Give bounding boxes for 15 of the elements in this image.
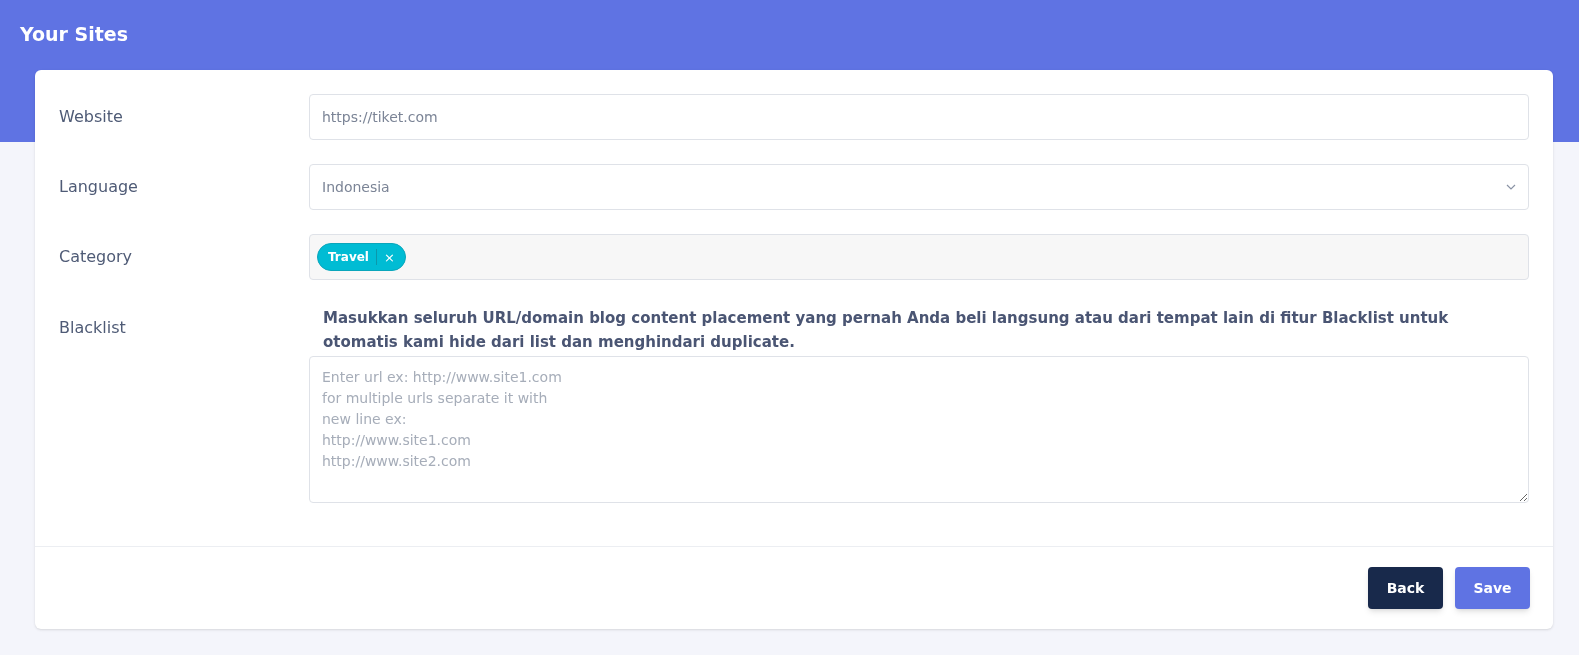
category-tag-input[interactable]: Travel × — [309, 234, 1529, 280]
remove-tag-button[interactable]: × — [383, 250, 395, 264]
field-label: Blacklist — [59, 317, 127, 339]
field-label: Category — [59, 246, 134, 268]
save-button[interactable]: Save — [1455, 567, 1530, 609]
blacklist-note: Masukkan seluruh URL/domain blog content placement yang pernah Anda beli langsung atau dari tempat lain di fitur Blacklist untuk otomatis kami hide dari list dan menghindari duplicate. — [322, 308, 1450, 353]
field-label: Language — [59, 176, 139, 198]
language-select[interactable]: Indonesia — [309, 164, 1529, 210]
tag-label: Travel — [328, 249, 369, 266]
blacklist-textarea[interactable]: Enter url ex: http://www.site1.com for multiple urls separate it with new line ex: http://www.site1.com http://www.site2.com — [309, 356, 1529, 503]
website-input[interactable]: https://tiket.com — [309, 94, 1529, 140]
field-label: Website — [59, 106, 124, 128]
back-button[interactable]: Back — [1368, 567, 1443, 609]
page-title: Your Sites — [20, 22, 130, 47]
chevron-down-icon — [1506, 184, 1516, 190]
